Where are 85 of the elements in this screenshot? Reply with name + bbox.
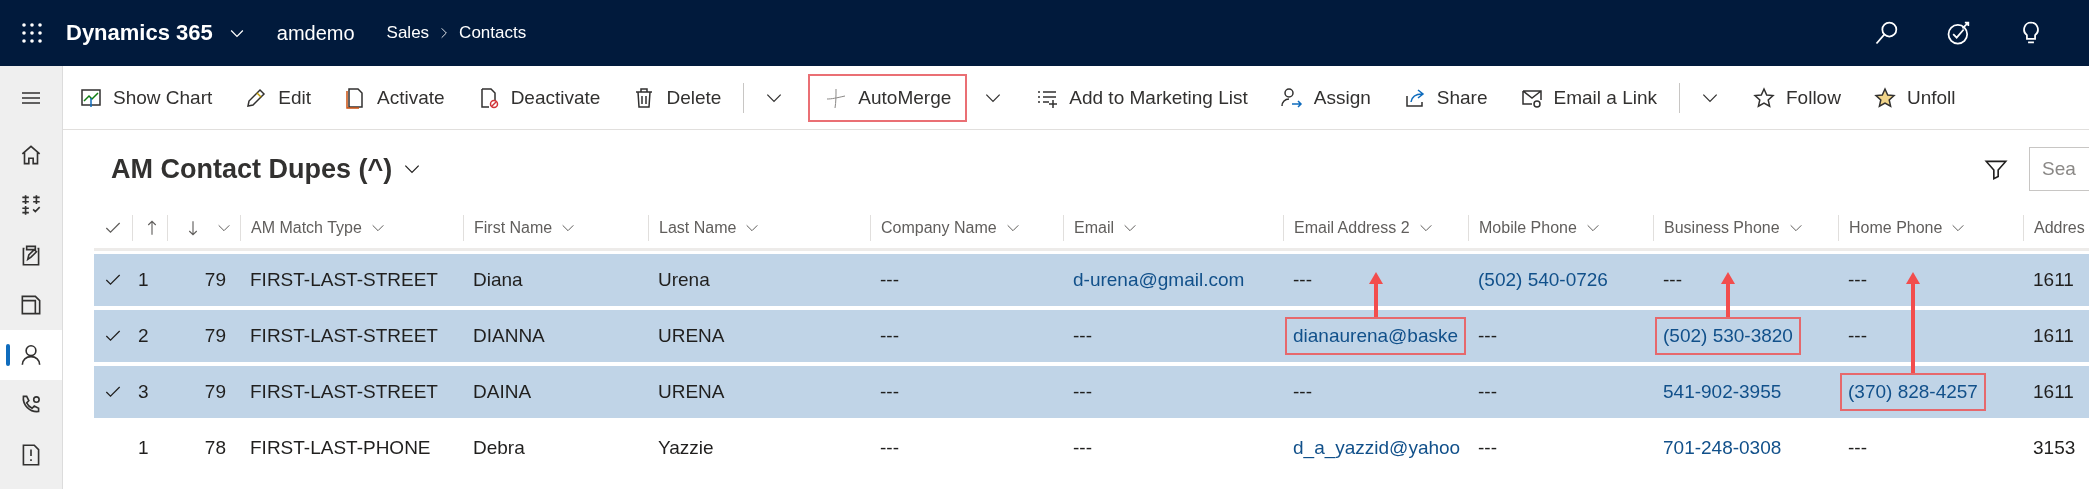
table-cell: --- (880, 269, 899, 291)
grid-row[interactable]: 1 78 FIRST-LAST-PHONE Debra Yazzie --- --- d_a_yazzid@yahoo --- 701-248-0308 --- 3153 (94, 422, 2089, 474)
table-cell: --- (1478, 437, 1497, 459)
column-header[interactable]: Company Name (881, 219, 997, 237)
table-cell: --- (1478, 381, 1497, 403)
table-cell: --- (880, 437, 899, 459)
toolbar-button[interactable]: Email a Link (1503, 73, 1673, 122)
table-cell: FIRST-LAST-STREET (250, 269, 438, 291)
row-number: 1 (138, 437, 149, 459)
toolbar-button[interactable]: Assign (1263, 73, 1387, 122)
sidebar-item[interactable] (0, 330, 62, 380)
cell-link[interactable]: (502) 530-3820 (1655, 317, 1801, 355)
table-cell: 1611 (2033, 325, 2074, 347)
table-cell: 1611 (2033, 269, 2074, 291)
table-cell: --- (1848, 325, 1867, 347)
breadcrumb-link[interactable]: Contacts (459, 23, 527, 43)
toolbar-button[interactable]: Activate (327, 73, 461, 122)
table-cell: 79 (204, 325, 226, 347)
toolbar-button[interactable]: Follow (1736, 73, 1857, 122)
column-header[interactable]: Business Phone (1664, 219, 1780, 237)
table-cell: --- (1478, 325, 1497, 347)
grid-row[interactable]: 1 79 FIRST-LAST-STREET Diana Urena --- d-urena@gmail.com --- (502) 540-0726 --- --- 1611 (94, 254, 2089, 306)
column-header[interactable]: Email Address 2 (1294, 219, 1410, 237)
toolbar-button[interactable]: Delete (616, 73, 738, 122)
column-header[interactable]: Email (1074, 219, 1114, 237)
grid-row[interactable]: 2 79 FIRST-LAST-STREET DIANNA URENA --- --- dianaurena@baske --- (502) 530-3820 --- 1611 (94, 310, 2089, 362)
table-cell: DAINA (473, 381, 532, 403)
cell-link[interactable]: (370) 828-4257 (1840, 373, 1986, 411)
toolbar-button[interactable]: Unfoll (1856, 73, 1972, 122)
table-cell: DIANNA (473, 325, 545, 347)
table-cell: URENA (658, 381, 725, 403)
grid-row[interactable]: 3 79 FIRST-LAST-STREET DAINA URENA --- --- --- --- 541-902-3955 (370) 828-4257 1611 (94, 366, 2089, 418)
cell-link[interactable]: 701-248-0308 (1663, 437, 1782, 459)
table-cell: --- (1073, 437, 1092, 459)
table-cell: 3153 (2033, 437, 2076, 459)
row-number: 2 (138, 325, 149, 347)
table-cell: --- (880, 381, 899, 403)
cell-link[interactable]: d_a_yazzid@yahoo (1293, 437, 1461, 459)
table-cell: FIRST-LAST-STREET (250, 325, 438, 347)
table-cell: Yazzie (658, 437, 714, 459)
breadcrumb-link[interactable]: Sales (386, 23, 430, 43)
toolbar-button[interactable]: Edit (228, 73, 328, 122)
app-name[interactable]: Dynamics 365 (66, 20, 213, 46)
column-header[interactable]: AM Match Type (251, 219, 362, 237)
table-cell: FIRST-LAST-STREET (250, 381, 438, 403)
column-header[interactable]: First Name (474, 219, 553, 237)
cell-link[interactable]: 541-902-3955 (1663, 381, 1782, 403)
search-field[interactable]: Sea (2029, 147, 2089, 191)
table-cell: 78 (204, 437, 226, 459)
table-cell: --- (1848, 269, 1867, 291)
cell-link[interactable]: d-urena@gmail.com (1073, 269, 1245, 291)
view-title[interactable]: AM Contact Dupes (^) (111, 153, 393, 185)
toolbar-button[interactable]: Deactivate (460, 73, 617, 122)
column-header[interactable]: Mobile Phone (1479, 219, 1577, 237)
environment-name: amdemo (276, 21, 355, 45)
person-arrow-icon (1279, 85, 1304, 110)
waffle-menu-icon (20, 21, 44, 45)
toolbar-button[interactable]: AutoMerge (808, 73, 968, 122)
table-cell: --- (1663, 269, 1682, 291)
table-cell: FIRST-LAST-PHONE (250, 437, 431, 459)
row-number: 3 (138, 381, 149, 403)
table-cell: 1611 (2033, 381, 2074, 403)
table-cell: --- (1293, 381, 1312, 403)
table-cell: 79 (204, 381, 226, 403)
column-header[interactable]: Last Name (659, 219, 737, 237)
table-cell: Urena (658, 269, 710, 291)
row-number: 1 (138, 269, 149, 291)
cell-link[interactable]: dianaurena@baske (1285, 317, 1467, 355)
table-cell: --- (1073, 325, 1092, 347)
table-cell: Debra (473, 437, 525, 459)
table-cell: --- (1293, 269, 1312, 291)
toolbar-button[interactable]: Share (1386, 73, 1504, 122)
toolbar-button[interactable]: Add to Marketing List (1019, 73, 1264, 122)
table-cell: --- (1073, 381, 1092, 403)
table-cell: URENA (658, 325, 725, 347)
table-cell: --- (880, 325, 899, 347)
column-header[interactable]: Home Phone (1849, 219, 1943, 237)
table-cell: 79 (204, 269, 226, 291)
cell-link[interactable]: (502) 540-0726 (1478, 269, 1608, 291)
star-icon (1872, 85, 1897, 110)
column-header[interactable]: Addres (2034, 219, 2085, 237)
table-cell: Diana (473, 269, 523, 291)
toolbar-button[interactable]: Show Chart (63, 73, 229, 122)
star-icon (1752, 85, 1776, 110)
table-cell: --- (1848, 437, 1867, 459)
